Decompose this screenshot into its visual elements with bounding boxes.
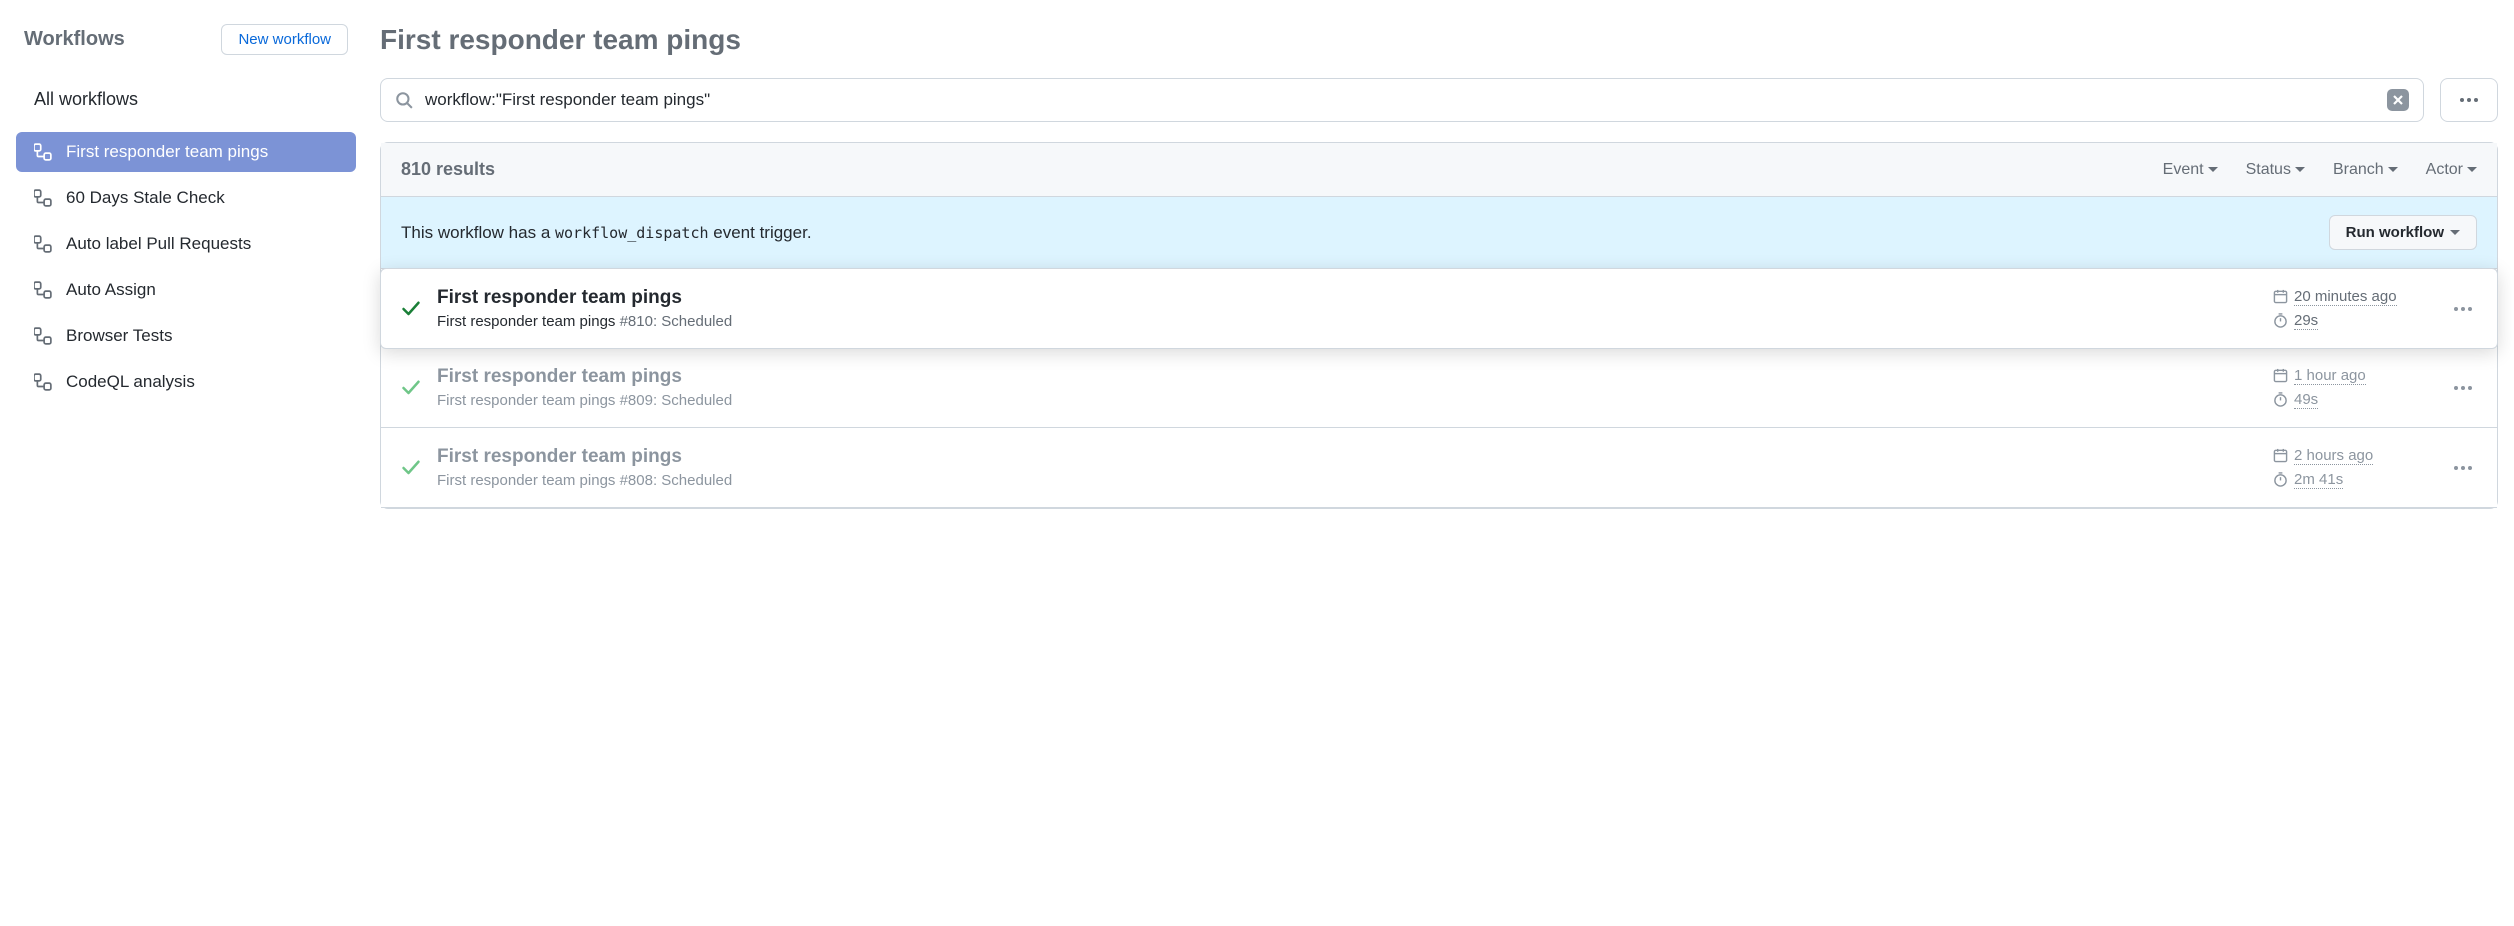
run-title: First responder team pings: [437, 446, 2257, 468]
kebab-icon: [2459, 97, 2479, 103]
sidebar-item-label: CodeQL analysis: [66, 372, 195, 392]
run-meta: 1 hour ago 49s: [2273, 367, 2433, 409]
more-options-button[interactable]: [2440, 78, 2498, 122]
results-header: 810 results Event Status Branch Actor: [381, 143, 2497, 197]
run-meta: 20 minutes ago 29s: [2273, 288, 2433, 330]
run-row[interactable]: First responder team pings First respond…: [381, 428, 2497, 508]
run-title: First responder team pings: [437, 287, 2257, 309]
check-icon: [401, 458, 421, 478]
caret-down-icon: [2388, 167, 2398, 173]
run-more-button[interactable]: [2449, 461, 2477, 475]
check-icon: [401, 378, 421, 398]
run-title: First responder team pings: [437, 366, 2257, 388]
search-box[interactable]: [380, 78, 2424, 122]
results-count: 810 results: [401, 159, 495, 180]
dispatch-code: workflow_dispatch: [555, 224, 709, 242]
dispatch-banner: This workflow has a workflow_dispatch ev…: [381, 197, 2497, 269]
run-info: First responder team pings First respond…: [437, 446, 2257, 489]
sidebar-item[interactable]: First responder team pings: [16, 132, 356, 172]
sidebar: Workflows New workflow All workflows Fir…: [16, 24, 356, 509]
sidebar-item-label: Browser Tests: [66, 326, 172, 346]
sidebar-item[interactable]: Browser Tests: [16, 316, 356, 356]
run-meta: 2 hours ago 2m 41s: [2273, 447, 2433, 489]
run-duration: 29s: [2273, 312, 2318, 330]
stopwatch-icon: [2273, 392, 2288, 407]
search-input[interactable]: [425, 90, 2375, 110]
run-time: 20 minutes ago: [2273, 288, 2397, 306]
stopwatch-icon: [2273, 472, 2288, 487]
filter-status[interactable]: Status: [2246, 161, 2305, 179]
run-info: First responder team pings First respond…: [437, 366, 2257, 409]
run-time: 2 hours ago: [2273, 447, 2373, 465]
sidebar-item[interactable]: 60 Days Stale Check: [16, 178, 356, 218]
kebab-icon: [2453, 385, 2473, 391]
new-workflow-button[interactable]: New workflow: [221, 24, 348, 55]
clear-search-button[interactable]: [2387, 89, 2409, 111]
caret-down-icon: [2295, 167, 2305, 173]
sidebar-item-label: 60 Days Stale Check: [66, 188, 225, 208]
workflow-icon: [34, 327, 52, 345]
sidebar-item[interactable]: Auto label Pull Requests: [16, 224, 356, 264]
sidebar-item[interactable]: CodeQL analysis: [16, 362, 356, 402]
workflow-icon: [34, 189, 52, 207]
search-row: [380, 78, 2498, 122]
results-panel: 810 results Event Status Branch Actor Th…: [380, 142, 2498, 509]
calendar-icon: [2273, 368, 2288, 383]
workflow-icon: [34, 235, 52, 253]
run-subtitle: First responder team pings #809: Schedul…: [437, 392, 2257, 409]
run-subtitle: First responder team pings #810: Schedul…: [437, 313, 2257, 330]
sidebar-item-label: Auto Assign: [66, 280, 156, 300]
kebab-icon: [2453, 465, 2473, 471]
caret-down-icon: [2450, 230, 2460, 236]
run-row[interactable]: First responder team pings First respond…: [381, 348, 2497, 428]
filter-actor[interactable]: Actor: [2426, 161, 2477, 179]
workflow-icon: [34, 143, 52, 161]
run-duration: 49s: [2273, 391, 2318, 409]
run-time: 1 hour ago: [2273, 367, 2366, 385]
run-info: First responder team pings First respond…: [437, 287, 2257, 330]
run-workflow-button[interactable]: Run workflow: [2329, 215, 2477, 250]
caret-down-icon: [2208, 167, 2218, 173]
close-icon: [2392, 94, 2404, 106]
runs-list: First responder team pings First respond…: [381, 268, 2497, 508]
calendar-icon: [2273, 448, 2288, 463]
workflow-icon: [34, 373, 52, 391]
filter-event[interactable]: Event: [2163, 161, 2218, 179]
run-subtitle: First responder team pings #808: Schedul…: [437, 472, 2257, 489]
filters: Event Status Branch Actor: [2163, 161, 2477, 179]
sidebar-title: Workflows: [24, 28, 125, 51]
sidebar-all-label: All workflows: [34, 89, 138, 110]
caret-down-icon: [2467, 167, 2477, 173]
search-icon: [395, 91, 413, 109]
sidebar-header: Workflows New workflow: [16, 24, 356, 55]
sidebar-all-workflows[interactable]: All workflows: [16, 79, 356, 120]
run-row[interactable]: First responder team pings First respond…: [380, 268, 2498, 349]
sidebar-item[interactable]: Auto Assign: [16, 270, 356, 310]
dispatch-text: This workflow has a workflow_dispatch ev…: [401, 223, 812, 243]
main-content: First responder team pings 810 results E…: [380, 24, 2498, 509]
sidebar-item-label: First responder team pings: [66, 142, 268, 162]
sidebar-item-label: Auto label Pull Requests: [66, 234, 251, 254]
check-icon: [401, 299, 421, 319]
calendar-icon: [2273, 289, 2288, 304]
kebab-icon: [2453, 306, 2473, 312]
workflow-icon: [34, 281, 52, 299]
filter-branch[interactable]: Branch: [2333, 161, 2398, 179]
run-more-button[interactable]: [2449, 381, 2477, 395]
page-title: First responder team pings: [380, 24, 2498, 56]
stopwatch-icon: [2273, 313, 2288, 328]
run-duration: 2m 41s: [2273, 471, 2343, 489]
run-more-button[interactable]: [2449, 302, 2477, 316]
